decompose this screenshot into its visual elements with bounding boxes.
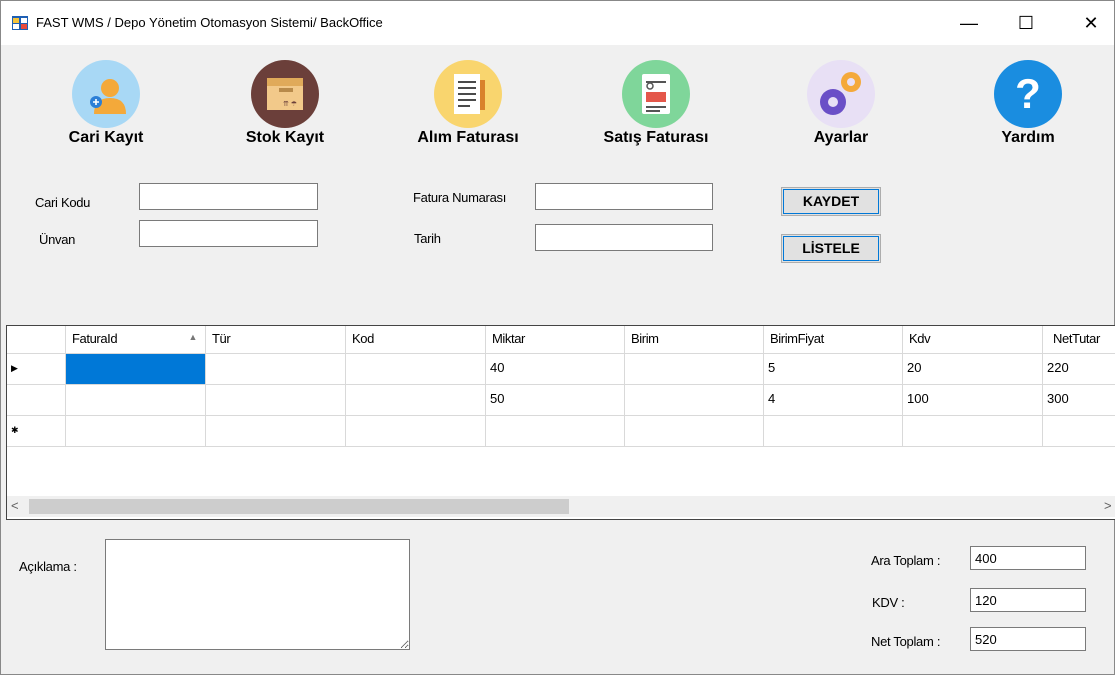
box-icon: ⇈ ☂ <box>251 60 319 128</box>
grid-cell[interactable]: 40 <box>486 354 625 385</box>
stok-kayit-label: Stok Kayıt <box>245 129 325 146</box>
ayarlar-label: Ayarlar <box>813 129 869 146</box>
title-bar: FAST WMS / Depo Yönetim Otomasyon Sistem… <box>1 1 1114 45</box>
yardim-button[interactable]: ? Yardım <box>948 49 1108 159</box>
grid-cell[interactable]: 50 <box>486 385 625 416</box>
grid-cell[interactable]: 5 <box>764 354 903 385</box>
kdv-label: KDV : <box>872 595 905 610</box>
fatura-numarasi-input[interactable] <box>535 183 713 210</box>
aciklama-textarea[interactable] <box>105 539 410 650</box>
satis-faturasi-label: Satış Faturası <box>603 129 709 146</box>
grid-cell[interactable]: 4 <box>764 385 903 416</box>
yardim-label: Yardım <box>1001 129 1055 146</box>
column-header-birimfiyat[interactable]: BirimFiyat <box>764 326 903 354</box>
table-row[interactable]: ▶ 40 5 20 220 <box>7 354 1115 385</box>
table-row[interactable]: 50 4 100 300 <box>7 385 1115 416</box>
kdv-input[interactable] <box>970 588 1086 612</box>
tarih-label: Tarih <box>414 231 441 246</box>
svg-text:?: ? <box>1015 70 1041 117</box>
help-icon: ? <box>994 60 1062 128</box>
net-toplam-input[interactable] <box>970 627 1086 651</box>
cari-kayit-button[interactable]: Cari Kayıt <box>26 49 186 159</box>
aciklama-label: Açıklama : <box>19 559 77 574</box>
new-row-icon: ✱ <box>7 416 66 447</box>
grid-corner <box>7 326 66 354</box>
cari-kodu-input[interactable] <box>139 183 318 210</box>
grid-cell[interactable] <box>625 354 764 385</box>
ayarlar-button[interactable]: Ayarlar <box>761 49 921 159</box>
ara-toplam-label: Ara Toplam : <box>871 553 941 568</box>
grid-cell[interactable] <box>764 416 903 447</box>
cari-kayit-label: Cari Kayıt <box>68 129 144 146</box>
maximize-button[interactable]: ☐ <box>1003 1 1049 45</box>
listele-button[interactable]: LİSTELE <box>781 234 881 263</box>
grid-cell[interactable] <box>486 416 625 447</box>
grid-cell[interactable] <box>206 385 346 416</box>
scroll-right-icon[interactable]: > <box>1104 498 1112 513</box>
grid-cell[interactable] <box>346 354 486 385</box>
gears-icon <box>807 60 875 128</box>
grid-cell[interactable] <box>625 385 764 416</box>
unvan-label: Ünvan <box>39 232 76 247</box>
grid-cell[interactable] <box>66 385 206 416</box>
grid-cell[interactable] <box>66 416 206 447</box>
user-add-icon <box>72 60 140 128</box>
kaydet-button[interactable]: KAYDET <box>781 187 881 216</box>
grid-cell[interactable]: 100 <box>903 385 1043 416</box>
grid-cell[interactable] <box>66 354 206 385</box>
satis-faturasi-button[interactable]: Satış Faturası <box>576 49 736 159</box>
app-icon <box>12 16 28 30</box>
column-header-label: FaturaId <box>72 331 118 346</box>
column-header-tur[interactable]: Tür <box>206 326 346 354</box>
svg-text:⇈ ☂: ⇈ ☂ <box>283 100 297 108</box>
current-row-icon: ▶ <box>7 354 66 385</box>
horizontal-scrollbar[interactable]: < > <box>7 496 1115 517</box>
unvan-input[interactable] <box>139 220 318 247</box>
tarih-input[interactable] <box>535 224 713 251</box>
main-window: FAST WMS / Depo Yönetim Otomasyon Sistem… <box>0 0 1115 675</box>
window-title: FAST WMS / Depo Yönetim Otomasyon Sistem… <box>36 15 383 30</box>
fatura-numarasi-label: Fatura Numarası <box>413 190 507 205</box>
net-toplam-label: Net Toplam : <box>871 634 941 649</box>
grid-cell[interactable]: 300 <box>1043 385 1115 416</box>
cari-kodu-label: Cari Kodu <box>35 195 91 210</box>
ara-toplam-input[interactable] <box>970 546 1086 570</box>
column-header-kdv[interactable]: Kdv <box>903 326 1043 354</box>
grid-cell[interactable] <box>625 416 764 447</box>
grid-cell[interactable]: 20 <box>903 354 1043 385</box>
new-row[interactable]: ✱ <box>7 416 1115 447</box>
grid-cell[interactable]: 220 <box>1043 354 1115 385</box>
minimize-button[interactable]: — <box>946 1 992 45</box>
alim-faturasi-button[interactable]: Alım Faturası <box>388 49 548 159</box>
row-header <box>7 385 66 416</box>
invoice-icon <box>622 60 690 128</box>
document-icon <box>434 60 502 128</box>
column-header-kod[interactable]: Kod <box>346 326 486 354</box>
alim-faturasi-label: Alım Faturası <box>417 129 519 146</box>
grid-cell[interactable] <box>346 416 486 447</box>
grid-cell[interactable] <box>206 354 346 385</box>
close-button[interactable]: ✕ <box>1068 1 1114 45</box>
sort-asc-icon: ▲ <box>188 332 197 342</box>
stok-kayit-button[interactable]: ⇈ ☂ Stok Kayıt <box>205 49 365 159</box>
column-header-faturaid[interactable]: FaturaId ▲ <box>66 326 206 354</box>
scrollbar-thumb[interactable] <box>29 499 569 514</box>
column-header-miktar[interactable]: Miktar <box>486 326 625 354</box>
grid-header-row: FaturaId ▲ Tür Kod Miktar Birim BirimFiy… <box>7 326 1115 357</box>
invoice-grid[interactable]: FaturaId ▲ Tür Kod Miktar Birim BirimFiy… <box>6 325 1115 520</box>
grid-cell[interactable] <box>206 416 346 447</box>
grid-cell[interactable] <box>903 416 1043 447</box>
column-header-nettutar[interactable]: NetTutar <box>1043 326 1115 354</box>
grid-cell[interactable] <box>346 385 486 416</box>
column-header-birim[interactable]: Birim <box>625 326 764 354</box>
grid-cell[interactable] <box>1043 416 1115 447</box>
scroll-left-icon[interactable]: < <box>11 498 19 513</box>
